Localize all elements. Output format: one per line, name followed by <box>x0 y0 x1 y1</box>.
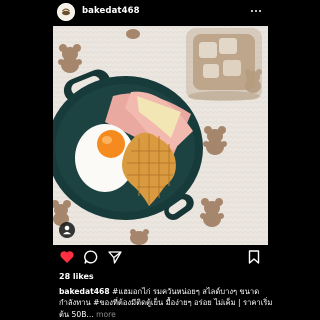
post-header: bakedat468 <box>0 0 320 28</box>
iced-latte <box>186 28 262 101</box>
tag-people-button[interactable] <box>59 222 75 238</box>
save-button[interactable] <box>246 249 262 265</box>
breakfast-plate-image <box>53 26 268 245</box>
send-icon <box>108 251 122 264</box>
post-username[interactable]: bakedat468 <box>82 6 140 16</box>
comment-button[interactable] <box>83 249 99 265</box>
likes-count[interactable]: 28 likes <box>59 272 94 281</box>
comment-icon <box>84 250 98 264</box>
more-icon <box>250 9 253 13</box>
post-photo[interactable] <box>53 26 268 245</box>
bookmark-icon <box>248 250 260 264</box>
person-tag-icon <box>63 225 71 235</box>
share-button[interactable] <box>107 249 123 265</box>
caption-username[interactable]: bakedat468 <box>59 287 110 296</box>
post-actions-bar <box>0 246 320 268</box>
profile-avatar[interactable] <box>57 3 75 21</box>
caption-more-link[interactable]: more <box>94 310 116 319</box>
bakery-logo-icon <box>59 5 73 19</box>
heart-icon <box>60 251 74 263</box>
more-options-button[interactable] <box>246 3 266 19</box>
like-button[interactable] <box>59 249 75 265</box>
post-caption: bakedat468 #แฮมอกไก่ รมควันหน่อยๆ สไลด์บ… <box>59 286 274 320</box>
